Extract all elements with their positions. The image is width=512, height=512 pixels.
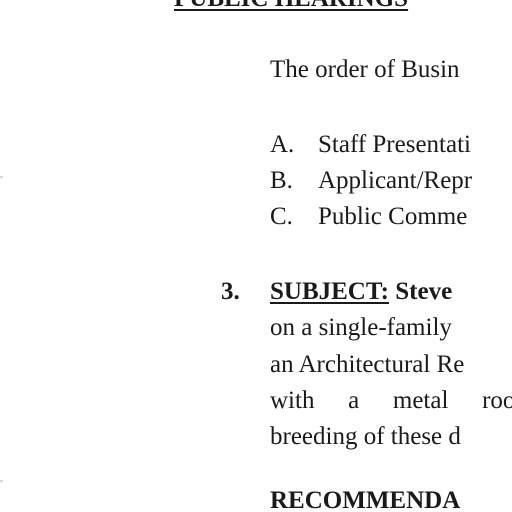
- word: with: [270, 387, 315, 414]
- list-item-text: Public Comme: [318, 203, 468, 230]
- subject-body-line: on a single-family: [270, 314, 452, 341]
- word: roof,: [482, 387, 512, 414]
- list-marker: B.: [270, 167, 293, 194]
- recommendation-heading: RECOMMENDA: [270, 487, 461, 512]
- list-marker: A.: [270, 131, 295, 158]
- order-list-item: B. Applicant/Repr: [270, 167, 472, 194]
- subject-body-line: with a metal roof,: [270, 388, 512, 413]
- word: a: [348, 387, 360, 414]
- subject-name: Steve: [395, 278, 453, 305]
- subject-body-line: breeding of these d: [270, 423, 461, 450]
- subject-line: SUBJECT: Steve: [270, 279, 452, 304]
- scan-speck: [0, 480, 3, 482]
- order-list-item: A. Staff Presentati: [270, 131, 471, 158]
- list-item-text: Applicant/Repr: [318, 167, 473, 194]
- order-intro-text: The order of Busin: [270, 56, 460, 83]
- scan-speck: [0, 176, 3, 178]
- subject-label: SUBJECT:: [270, 278, 390, 305]
- item-number: 3.: [221, 278, 240, 305]
- section-heading: PUBLIC HEARINGS: [174, 0, 408, 11]
- order-list-item: C. Public Comme: [270, 203, 467, 230]
- word: metal: [392, 387, 449, 414]
- document-page: PUBLIC HEARINGS The order of Busin A. St…: [0, 0, 512, 512]
- list-item-text: Staff Presentati: [318, 131, 471, 158]
- subject-body-line: an Architectural Re: [270, 351, 465, 378]
- list-marker: C.: [270, 203, 293, 230]
